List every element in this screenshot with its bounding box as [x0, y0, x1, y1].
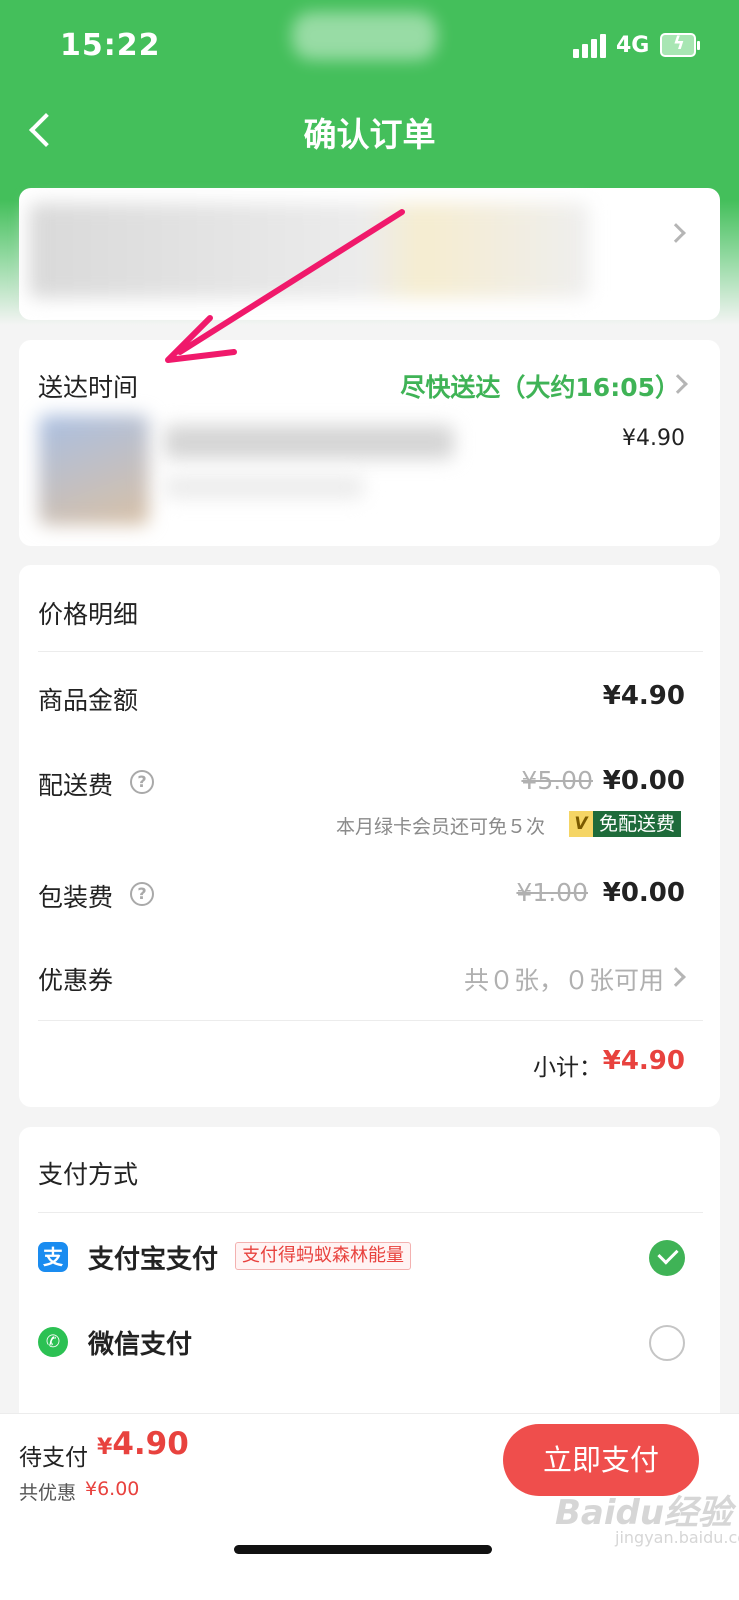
pending-amount: ¥4.90 [97, 1426, 189, 1462]
divider [38, 651, 703, 652]
blurred-product-spec [164, 475, 364, 499]
promo-tag: 支付得蚂蚁森林能量 [235, 1242, 411, 1270]
page-title: 确认订单 [303, 115, 436, 154]
payment-option-wechat[interactable]: ✆ 微信支付 [19, 1307, 720, 1382]
wechat-icon: ✆ [38, 1327, 68, 1357]
product-price: ¥4.90 [622, 426, 685, 451]
coupon-value[interactable]: 共０张，０张可用 [464, 961, 664, 997]
discount-label: 共优惠 [19, 1482, 77, 1504]
member-note: 本月绿卡会员还可免５次 [336, 816, 546, 838]
signal-icon [573, 34, 607, 58]
free-delivery-badge: 免配送费 [593, 811, 682, 837]
packing-fee-label: 包装费 [38, 883, 114, 912]
packing-value: ¥0.00 [602, 878, 685, 908]
delivery-card: 送达时间 尽快送达（大约16:05） ¥4.90 [19, 340, 720, 546]
chevron-right-icon [666, 967, 686, 987]
watermark-url: jingyan.baidu.com [615, 1528, 739, 1547]
delivery-time-label: 送达时间 [38, 373, 139, 402]
home-indicator [234, 1545, 492, 1554]
address-card[interactable] [19, 188, 720, 320]
blurred-product-image [39, 415, 149, 525]
packing-original: ¥1.00 [516, 878, 588, 907]
payment-card: 支付方式 支 支付宝支付 支付得蚂蚁森林能量 ✆ 微信支付 [19, 1127, 720, 1447]
delivery-time-value[interactable]: 尽快送达（大约16:05） [400, 368, 680, 404]
shipping-original: ¥5.00 [521, 766, 593, 795]
pending-label: 待支付 [19, 1445, 88, 1471]
network-type: 4G [616, 33, 650, 58]
help-icon[interactable]: ? [130, 770, 154, 794]
radio-unselected-icon[interactable] [649, 1325, 685, 1361]
shipping-fee-label: 配送费 [38, 771, 114, 800]
goods-amount-value: ¥4.90 [602, 681, 685, 711]
blurred-product-name [164, 425, 454, 459]
section-title: 支付方式 [38, 1160, 139, 1189]
coupon-label: 优惠券 [38, 966, 114, 995]
payment-name: 支付宝支付 [88, 1245, 219, 1275]
watermark-logo: Baidu经验 [555, 1493, 733, 1533]
divider [38, 1020, 703, 1021]
divider [38, 1212, 703, 1213]
battery-icon: ϟ [660, 33, 700, 57]
status-bar: 15:22 4G ϟ [0, 0, 739, 95]
alipay-icon: 支 [38, 1242, 68, 1272]
subtotal-label: 小计： [533, 1055, 602, 1081]
section-title: 价格明细 [38, 600, 139, 629]
payment-name: 微信支付 [88, 1330, 193, 1360]
radio-selected-icon[interactable] [649, 1240, 685, 1276]
blurred-notch [292, 12, 437, 60]
price-detail-card: 价格明细 商品金额 ¥4.90 配送费 ? ¥5.00 ¥0.00 本月绿卡会员… [19, 565, 720, 1107]
payment-option-alipay[interactable]: 支 支付宝支付 支付得蚂蚁森林能量 [19, 1222, 720, 1297]
status-time: 15:22 [60, 28, 161, 63]
help-icon[interactable]: ? [130, 882, 154, 906]
shipping-value: ¥0.00 [602, 766, 685, 796]
member-v-badge: V [569, 811, 593, 837]
blurred-address [29, 203, 589, 298]
subtotal-value: ¥4.90 [602, 1046, 685, 1076]
goods-amount-label: 商品金额 [38, 686, 139, 715]
chevron-right-icon [666, 223, 686, 243]
discount-amount: ¥6.00 [85, 1478, 140, 1500]
